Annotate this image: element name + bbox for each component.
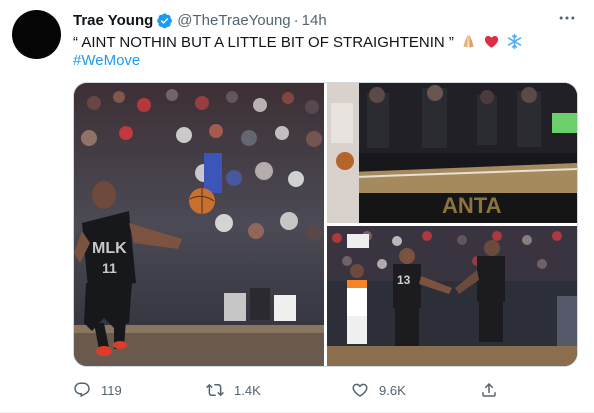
share-icon xyxy=(482,382,496,397)
hashtag-link[interactable]: #WeMove xyxy=(73,51,140,71)
share-button[interactable] xyxy=(480,378,498,402)
retweet-icon xyxy=(206,383,224,397)
retweet-count: 1.4K xyxy=(234,382,261,398)
timestamp[interactable]: 14h xyxy=(302,12,327,29)
snowflake-emoji-icon xyxy=(506,32,523,52)
tweet-actions: 119 1.4K 9.6K xyxy=(73,378,496,402)
tweet-header: Trae Young @TheTraeYoung · 14h xyxy=(73,10,327,30)
retweet-button[interactable]: 1.4K xyxy=(206,378,261,402)
avatar[interactable] xyxy=(12,10,61,59)
handle[interactable]: @TheTraeYoung xyxy=(177,12,290,29)
tweet[interactable]: Trae Young @TheTraeYoung · 14h “ AINT NO… xyxy=(0,0,594,413)
jersey-number-text: 11 xyxy=(102,260,117,276)
heart-icon xyxy=(352,383,368,397)
reply-icon xyxy=(74,382,90,398)
like-count: 9.6K xyxy=(379,382,406,398)
photo-1[interactable]: MLK 11 xyxy=(74,83,324,366)
separator-dot: · xyxy=(293,11,299,29)
tweet-text-content: “ AINT NOTHIN BUT A LITTLE BIT OF STRAIG… xyxy=(73,34,454,51)
more-options-icon[interactable] xyxy=(554,8,580,30)
reply-button[interactable]: 119 xyxy=(73,378,122,402)
like-button[interactable]: 9.6K xyxy=(351,378,406,402)
court-text: ANTA xyxy=(442,193,502,218)
photo-2[interactable]: ANTA xyxy=(327,83,577,223)
tweet-text: “ AINT NOTHIN BUT A LITTLE BIT OF STRAIG… xyxy=(73,32,523,53)
jersey-mlk-text: MLK xyxy=(92,240,127,257)
photo-3[interactable]: 13 xyxy=(327,226,577,366)
media-grid: MLK 11 ANTA 13 xyxy=(73,82,578,367)
verified-badge-icon xyxy=(156,12,173,29)
display-name[interactable]: Trae Young xyxy=(73,12,153,29)
folded-hands-emoji-icon xyxy=(460,32,477,52)
jersey-13-text: 13 xyxy=(397,273,411,287)
reply-count: 119 xyxy=(101,382,122,398)
red-heart-emoji-icon xyxy=(483,32,500,52)
